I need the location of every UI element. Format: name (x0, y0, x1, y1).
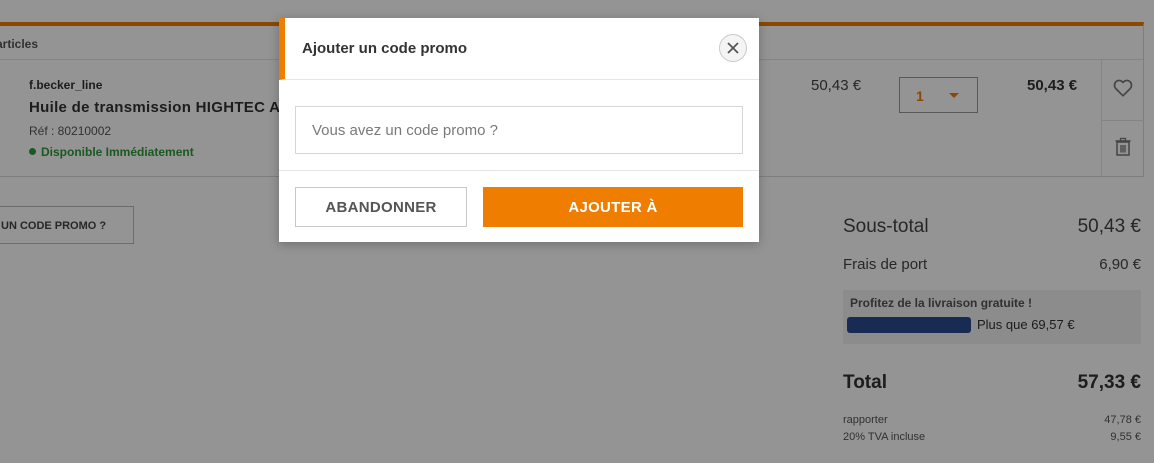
cancel-button[interactable]: ABANDONNER (295, 187, 467, 227)
close-button[interactable] (719, 34, 747, 62)
apply-promo-button[interactable]: AJOUTER À (483, 187, 743, 227)
dialog-header: Ajouter un code promo (279, 18, 759, 80)
promo-code-dialog: Ajouter un code promo ABANDONNER AJOUTER… (279, 18, 759, 242)
close-icon (727, 42, 739, 54)
dialog-footer-divider (279, 170, 759, 171)
dialog-title: Ajouter un code promo (302, 40, 467, 57)
promo-code-input[interactable] (295, 106, 743, 154)
